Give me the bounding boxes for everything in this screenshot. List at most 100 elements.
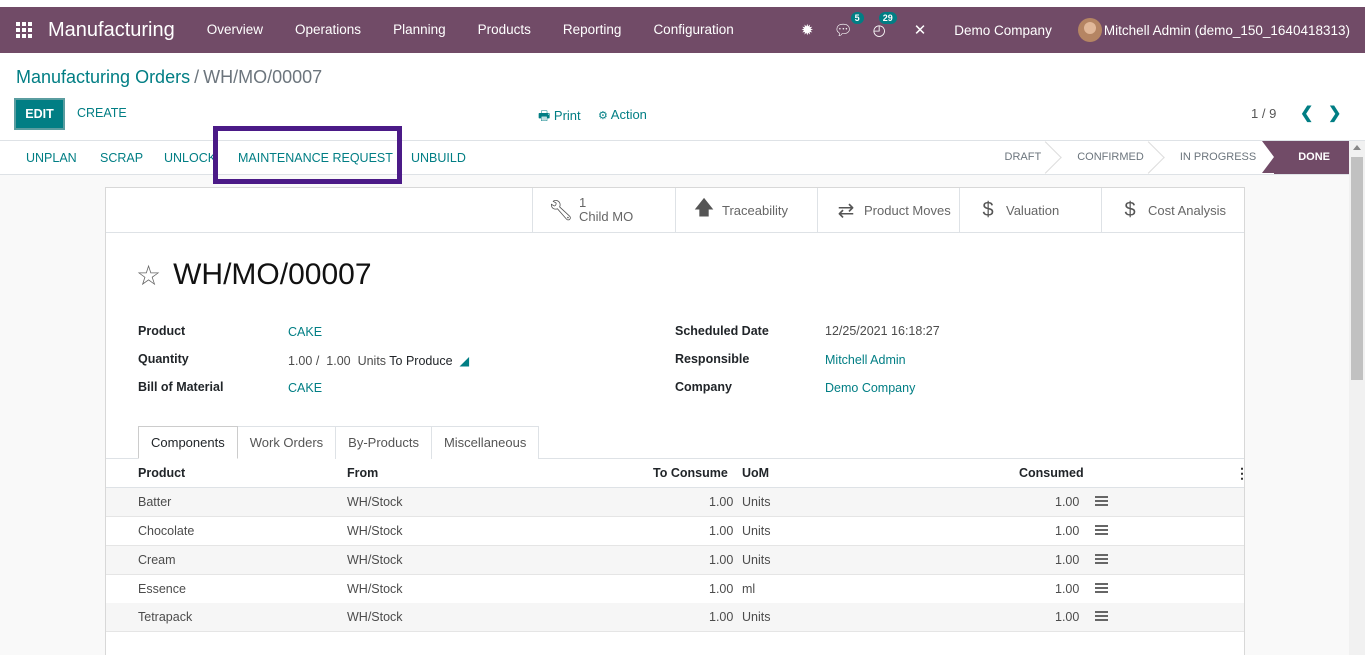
star-icon[interactable]: ☆	[136, 259, 161, 292]
apps-menu-icon[interactable]	[0, 7, 48, 53]
create-button[interactable]: CREATE	[77, 106, 127, 120]
exchange-icon: ⇄	[837, 199, 855, 222]
nav-menu: Overview Operations Planning Products Re…	[191, 7, 750, 53]
avatar	[1077, 18, 1102, 42]
optional-columns-icon[interactable]: ⋮	[1235, 465, 1249, 482]
quantity-produced: 1.00	[288, 354, 313, 368]
nav-item-overview[interactable]: Overview	[191, 7, 279, 53]
record-title: WH/MO/00007	[173, 258, 372, 291]
action-label: Action	[610, 107, 647, 122]
responsible-label: Responsible	[675, 352, 750, 366]
close-icon[interactable]: ✕	[914, 21, 927, 39]
scroll-thumb[interactable]	[1351, 157, 1363, 380]
nav-item-configuration[interactable]: Configuration	[637, 7, 749, 53]
col-consumed[interactable]: Consumed	[1019, 466, 1084, 480]
row-uom: Units	[742, 553, 771, 567]
product-value[interactable]: CAKE	[288, 325, 322, 339]
company-value[interactable]: Demo Company	[825, 381, 915, 395]
unbuild-button[interactable]: UNBUILD	[411, 151, 466, 165]
child-mo-button[interactable]: 🔧︎ 1 Child MO	[532, 188, 675, 232]
valuation-label: Valuation	[1006, 202, 1060, 218]
row-to-consume: 1.00	[709, 582, 734, 596]
tab-work-orders[interactable]: Work Orders	[236, 426, 337, 459]
product-moves-label: Product Moves	[864, 202, 951, 218]
tab-miscellaneous[interactable]: Miscellaneous	[430, 426, 540, 459]
main-navbar: Manufacturing Overview Operations Planni…	[0, 7, 1365, 53]
messages-icon[interactable]: 💬︎ 5	[834, 12, 864, 39]
unlock-button[interactable]: UNLOCK	[164, 151, 216, 165]
user-menu[interactable]: Mitchell Admin (demo_150_1640418313)	[1077, 18, 1365, 42]
traceability-button[interactable]: 🡅 Traceability	[675, 188, 818, 232]
cost-analysis-label: Cost Analysis	[1148, 202, 1227, 218]
page-scrollbar[interactable]	[1349, 141, 1365, 655]
nav-item-operations[interactable]: Operations	[279, 7, 377, 53]
table-row[interactable]: Batter WH/Stock 1.00 Units 1.00	[106, 488, 1244, 517]
quantity-total: 1.00	[326, 354, 351, 368]
row-to-consume: 1.00	[709, 610, 734, 624]
messages-badge: 5	[850, 12, 864, 24]
col-product[interactable]: Product	[138, 466, 185, 480]
action-button[interactable]: ⚙ Action	[598, 107, 647, 122]
row-consumed: 1.00	[1055, 553, 1080, 567]
row-to-consume: 1.00	[709, 524, 734, 538]
control-panel: Manufacturing Orders / WH/MO/00007 EDIT CR…	[0, 53, 1365, 141]
table-row[interactable]: Essence WH/Stock 1.00 ml 1.00	[106, 575, 1244, 604]
tab-components[interactable]: Components	[138, 426, 238, 459]
scroll-up-arrow-icon[interactable]	[1353, 145, 1361, 150]
chevron-left-icon[interactable]: ❮	[1300, 103, 1313, 123]
nav-item-reporting[interactable]: Reporting	[547, 7, 638, 53]
tab-by-products[interactable]: By-Products	[335, 426, 432, 459]
row-product: Essence	[138, 582, 186, 596]
company-switcher[interactable]: Demo Company	[954, 23, 1052, 38]
table-row[interactable]: Cream WH/Stock 1.00 Units 1.00	[106, 546, 1244, 575]
notebook-tabs: Components Work Orders By-Products Misce…	[138, 426, 540, 459]
detailed-operations-icon[interactable]	[1095, 583, 1108, 595]
child-mo-label: Child MO	[579, 209, 634, 224]
activities-icon[interactable]: ◴ 29	[873, 12, 897, 39]
nav-item-planning[interactable]: Planning	[377, 7, 462, 53]
forecast-chart-icon[interactable]: ◢	[459, 354, 469, 368]
nav-item-products[interactable]: Products	[462, 7, 547, 53]
bom-label: Bill of Material	[138, 380, 224, 394]
pager-value[interactable]: 1 / 9	[1251, 106, 1276, 121]
detailed-operations-icon[interactable]	[1095, 525, 1108, 537]
col-to-consume[interactable]: To Consume	[653, 466, 728, 480]
row-from: WH/Stock	[347, 524, 403, 538]
breadcrumb: Manufacturing Orders / WH/MO/00007	[16, 67, 322, 88]
bug-icon[interactable]: ✹	[801, 21, 814, 39]
chevron-right-icon[interactable]: ❯	[1328, 103, 1341, 123]
edit-button[interactable]: EDIT	[14, 98, 65, 130]
detailed-operations-icon[interactable]	[1095, 496, 1108, 508]
row-to-consume: 1.00	[709, 553, 734, 567]
scheduled-date-label: Scheduled Date	[675, 324, 769, 338]
activities-badge: 29	[878, 12, 897, 24]
row-uom: Units	[742, 610, 771, 624]
traceability-label: Traceability	[722, 202, 788, 218]
table-row[interactable]: Chocolate WH/Stock 1.00 Units 1.00	[106, 517, 1244, 546]
scrap-button[interactable]: SCRAP	[100, 151, 143, 165]
col-uom[interactable]: UoM	[742, 466, 769, 480]
col-from[interactable]: From	[347, 466, 378, 480]
responsible-value[interactable]: Mitchell Admin	[825, 353, 906, 367]
cost-analysis-button[interactable]: $ Cost Analysis	[1101, 188, 1244, 232]
row-from: WH/Stock	[347, 553, 403, 567]
bom-value[interactable]: CAKE	[288, 381, 322, 395]
row-to-consume: 1.00	[709, 495, 734, 509]
row-uom: Units	[742, 524, 771, 538]
child-mo-count: 1	[579, 195, 587, 210]
unplan-button[interactable]: UNPLAN	[26, 151, 77, 165]
product-moves-button[interactable]: ⇄ Product Moves	[817, 188, 960, 232]
print-button[interactable]: 🖶︎ Print	[538, 107, 581, 129]
valuation-button[interactable]: $ Valuation	[959, 188, 1102, 232]
navbar-systray: ✹ 💬︎ 5 ◴ 29 ✕ Demo Company Mitchell Admin …	[791, 7, 1365, 53]
smart-buttons: 🔧︎ 1 Child MO 🡅 Traceability ⇄ Product Mo…	[106, 188, 1244, 233]
breadcrumb-parent[interactable]: Manufacturing Orders	[16, 67, 190, 87]
row-consumed: 1.00	[1055, 495, 1080, 509]
row-from: WH/Stock	[347, 582, 403, 596]
breadcrumb-separator: /	[194, 67, 200, 87]
table-row[interactable]: Tetrapack WH/Stock 1.00 Units 1.00	[106, 603, 1244, 632]
detailed-operations-icon[interactable]	[1095, 554, 1108, 566]
app-name[interactable]: Manufacturing	[48, 19, 175, 42]
status-bar: UNPLAN SCRAP UNLOCK MAINTENANCE REQUEST …	[0, 141, 1365, 175]
detailed-operations-icon[interactable]	[1095, 611, 1108, 623]
